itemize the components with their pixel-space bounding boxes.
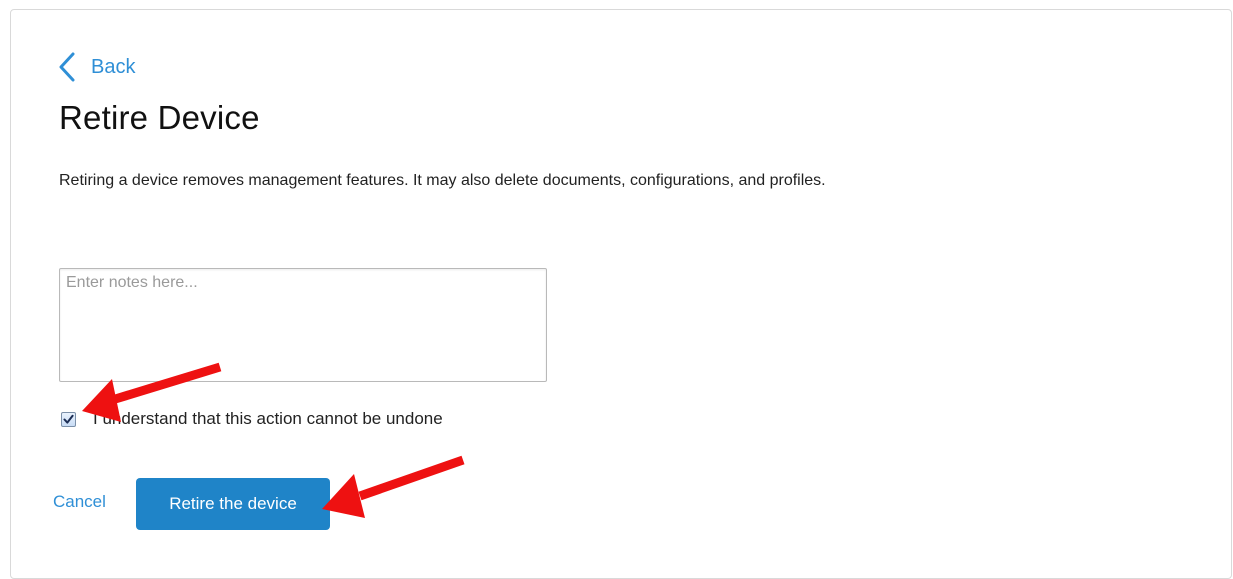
chevron-left-icon xyxy=(59,52,75,82)
page-title: Retire Device xyxy=(59,99,260,136)
notes-textarea[interactable] xyxy=(59,268,547,382)
checkmark-icon xyxy=(63,414,74,424)
page-description: Retiring a device removes management fea… xyxy=(59,172,826,189)
back-label: Back xyxy=(91,55,136,78)
back-link[interactable]: Back xyxy=(57,50,135,84)
retire-device-button[interactable]: Retire the device xyxy=(136,478,330,530)
acknowledge-label[interactable]: I understand that this action cannot be … xyxy=(93,409,443,429)
acknowledge-checkbox[interactable] xyxy=(61,411,76,427)
acknowledge-row: I understand that this action cannot be … xyxy=(61,409,443,429)
cancel-link[interactable]: Cancel xyxy=(53,492,106,512)
